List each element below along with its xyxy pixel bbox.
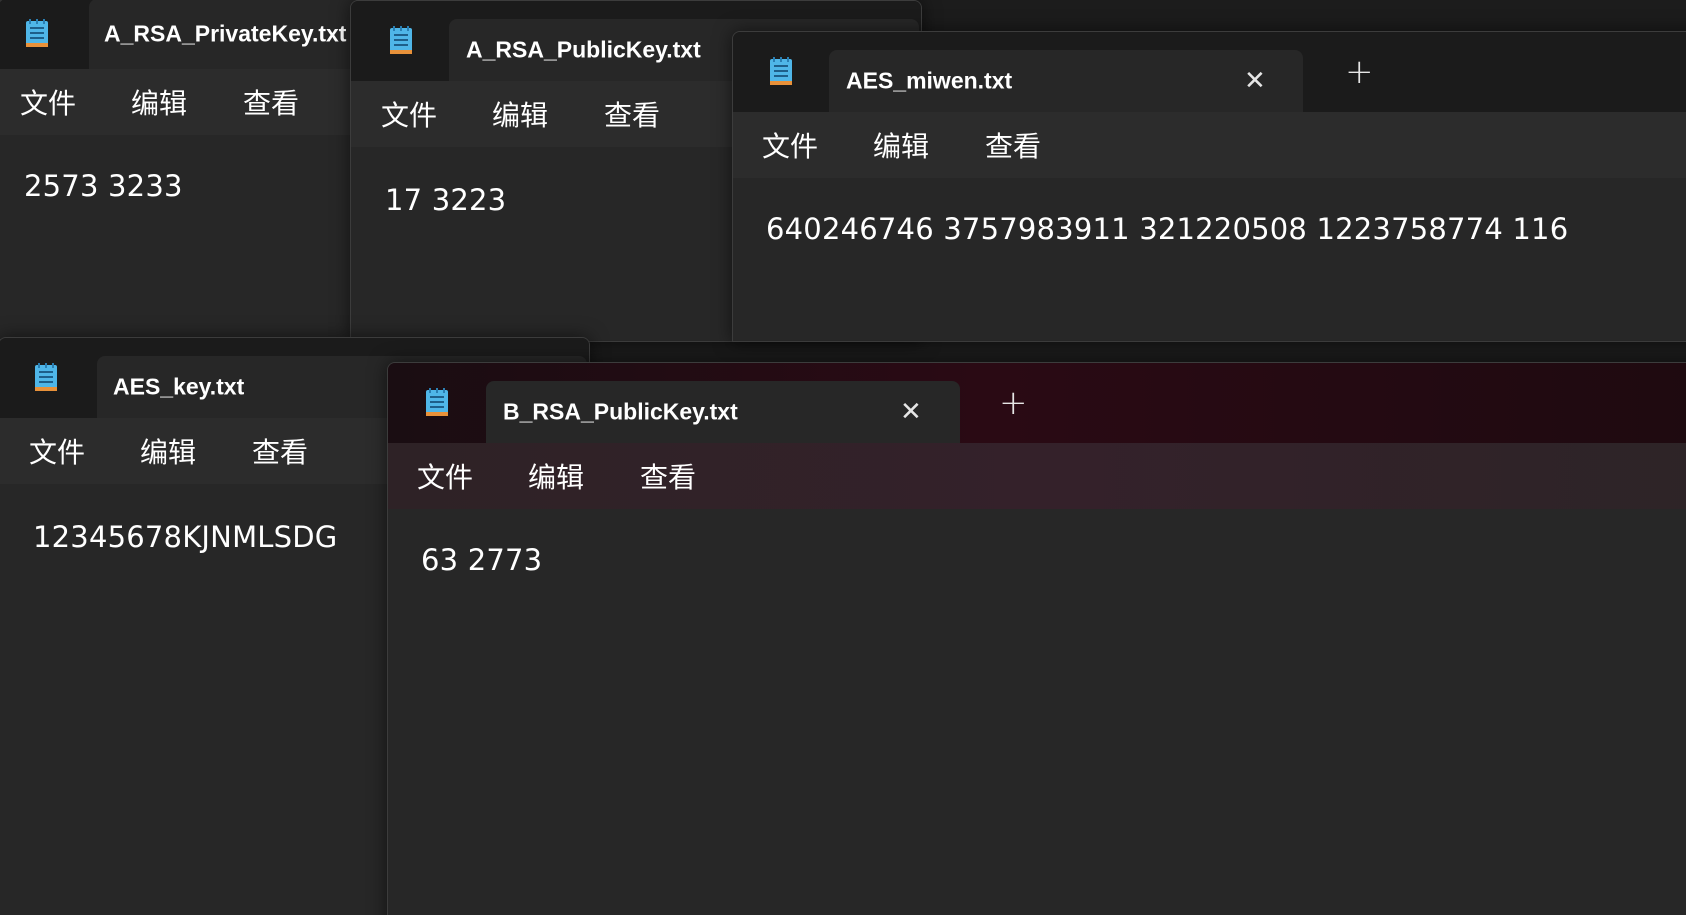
desktop: A_RSA_PrivateKey.txt 文件 编辑 查看 2573 3233 … (0, 0, 1686, 915)
menu-view[interactable]: 查看 (604, 94, 660, 134)
new-tab-icon[interactable]: + (1345, 52, 1374, 92)
menu-file[interactable]: 文件 (29, 431, 85, 471)
file-content: 63 2773 (421, 543, 543, 577)
menu-bar: 文件 编辑 查看 (733, 112, 1686, 178)
file-content: 2573 3233 (24, 169, 183, 203)
notepad-icon (34, 363, 58, 393)
notepad-icon (769, 57, 793, 87)
notepad-icon (389, 26, 413, 56)
text-area[interactable]: 63 2773 (388, 509, 1686, 915)
menu-file[interactable]: 文件 (762, 125, 818, 165)
new-tab-icon[interactable]: + (999, 383, 1028, 423)
notepad-window-b-public-key: B_RSA_PublicKey.txt ✕ + 文件 编辑 查看 63 2773 (387, 362, 1686, 915)
menu-view[interactable]: 查看 (640, 456, 696, 496)
menu-edit[interactable]: 编辑 (873, 125, 929, 165)
notepad-window-a-private-key: A_RSA_PrivateKey.txt 文件 编辑 查看 2573 3233 (0, 0, 360, 340)
tab-b-public-key[interactable]: B_RSA_PublicKey.txt ✕ (486, 381, 960, 443)
menu-file[interactable]: 文件 (417, 456, 473, 496)
tab-aes-miwen[interactable]: AES_miwen.txt ✕ (829, 50, 1303, 112)
menu-file[interactable]: 文件 (20, 82, 76, 122)
tab-title: A_RSA_PublicKey.txt (466, 36, 701, 63)
notepad-window-aes-miwen: AES_miwen.txt ✕ + 文件 编辑 查看 640246746 375… (732, 31, 1686, 342)
file-content: 640246746 3757983911 321220508 122375877… (766, 212, 1569, 246)
notepad-icon (425, 388, 449, 418)
file-content: 12345678KJNMLSDG (33, 520, 338, 554)
close-tab-icon[interactable]: ✕ (900, 397, 922, 427)
close-tab-icon[interactable]: ✕ (1244, 66, 1266, 96)
menu-view[interactable]: 查看 (985, 125, 1041, 165)
title-bar: B_RSA_PublicKey.txt ✕ + (388, 363, 1686, 443)
tab-title: AES_key.txt (113, 373, 245, 400)
menu-edit[interactable]: 编辑 (528, 456, 584, 496)
text-area[interactable]: 640246746 3757983911 321220508 122375877… (733, 178, 1686, 341)
tab-title: AES_miwen.txt (846, 67, 1013, 94)
menu-file[interactable]: 文件 (381, 94, 437, 134)
title-bar: A_RSA_PrivateKey.txt (0, 0, 359, 69)
title-bar: AES_miwen.txt ✕ + (733, 32, 1686, 112)
menu-bar: 文件 编辑 查看 (388, 443, 1686, 509)
tab-title: B_RSA_PublicKey.txt (503, 398, 738, 425)
menu-bar: 文件 编辑 查看 (0, 69, 359, 135)
menu-edit[interactable]: 编辑 (140, 431, 196, 471)
tab-title: A_RSA_PrivateKey.txt (104, 20, 347, 47)
tab-a-private-key[interactable]: A_RSA_PrivateKey.txt (89, 0, 359, 69)
menu-edit[interactable]: 编辑 (131, 82, 187, 122)
menu-edit[interactable]: 编辑 (492, 94, 548, 134)
notepad-icon (25, 19, 49, 49)
menu-view[interactable]: 查看 (243, 82, 299, 122)
file-content: 17 3223 (385, 183, 507, 217)
text-area[interactable]: 2573 3233 (0, 135, 359, 339)
menu-view[interactable]: 查看 (252, 431, 308, 471)
